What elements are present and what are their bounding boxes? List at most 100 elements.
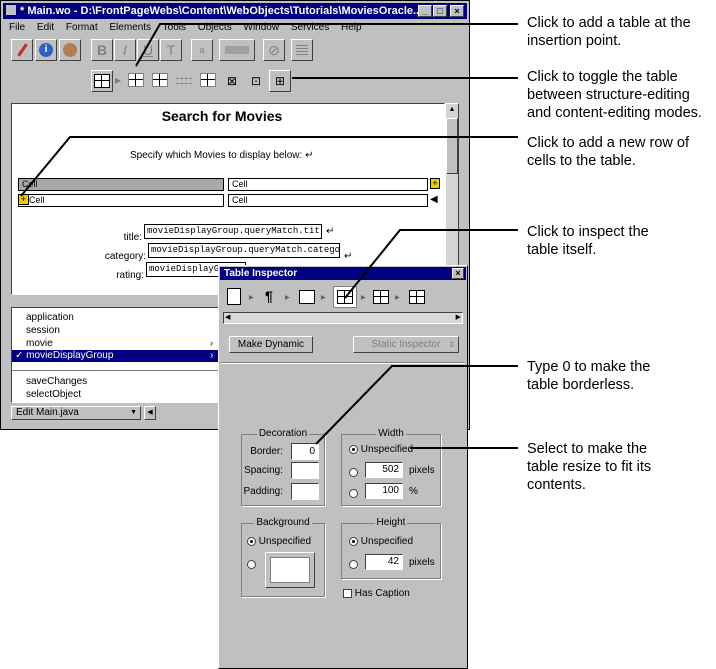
menu-bar: File Edit Format Elements Tools Objects … <box>9 22 371 33</box>
text-icon[interactable]: T <box>160 39 182 61</box>
list-item[interactable]: movie <box>26 338 226 350</box>
table-cell[interactable]: Cell <box>18 178 224 191</box>
inspector-titlebar: Table Inspector × <box>220 267 466 280</box>
document-icon[interactable] <box>227 288 241 305</box>
has-caption-checkbox[interactable]: Has Caption <box>343 588 410 599</box>
height-unspecified-radio[interactable]: Unspecified <box>349 536 413 547</box>
source-popup[interactable]: Edit Main.java ▼ <box>11 406 141 420</box>
minimize-button[interactable]: _ <box>418 5 432 17</box>
bold-icon[interactable]: B <box>91 39 113 61</box>
inspector-scrollbar[interactable]: ◀ ▶ <box>223 312 463 324</box>
add-row-handle-icon[interactable]: + <box>18 194 29 205</box>
height-pixels-field[interactable]: 42 <box>365 554 403 570</box>
table-cell[interactable]: Cell <box>18 194 224 207</box>
main-window-title: * Main.wo - D:\FrontPageWebs\Content\Web… <box>20 5 423 17</box>
spacing-field[interactable] <box>291 462 319 479</box>
add-column-handle-icon[interactable]: + <box>430 178 440 189</box>
table-row[interactable]: Cell Cell <box>18 194 428 207</box>
scroll-left-icon[interactable]: ◀ <box>144 406 156 420</box>
title-field[interactable]: movieDisplayGroup.queryMatch.title <box>144 224 322 239</box>
chevron-right-icon: › <box>210 350 214 361</box>
list-item[interactable]: saveChanges <box>26 376 226 388</box>
width-pixels-field[interactable]: 502 <box>365 462 403 478</box>
arrow-icon: ▶ <box>115 76 122 85</box>
align-icon[interactable] <box>291 39 313 61</box>
list-item-selected[interactable]: ✓ movieDisplayGroup › <box>12 350 220 362</box>
paint-brush-icon[interactable] <box>11 39 33 61</box>
background-color-well[interactable] <box>265 552 315 588</box>
info-icon[interactable]: i <box>35 39 57 61</box>
cell-inspect-icon[interactable] <box>409 290 425 304</box>
scroll-thumb[interactable] <box>446 118 458 174</box>
add-row-icon[interactable] <box>173 70 195 92</box>
menu-file[interactable]: File <box>9 22 25 33</box>
popup-arrow-icon: ⇕ <box>448 340 455 349</box>
category-field[interactable]: movieDisplayGroup.queryMatch.category <box>148 243 340 258</box>
width-percent-radio[interactable] <box>349 487 358 499</box>
table-cell[interactable]: Cell <box>228 194 428 207</box>
page-heading: Search for Movies <box>161 108 283 124</box>
collapse-handle-icon[interactable]: ◀ <box>430 194 438 206</box>
font-size-icon[interactable]: a <box>191 39 213 61</box>
add-column-icon[interactable] <box>149 70 171 92</box>
close-button[interactable]: × <box>450 5 464 17</box>
table-row[interactable]: Cell Cell <box>18 178 428 191</box>
arrow-icon: ▶ <box>361 295 366 301</box>
list-item[interactable]: selectObject <box>26 389 226 401</box>
color-well-icon[interactable] <box>219 39 255 61</box>
toggle-edit-mode-icon[interactable]: ⊞ <box>269 70 291 92</box>
annotation-add-row: Click to add a new row of cells to the t… <box>527 135 689 169</box>
menu-help[interactable]: Help <box>341 22 362 33</box>
height-pixels-label: pixels <box>409 557 435 568</box>
background-unspecified-radio[interactable]: Unspecified <box>247 536 311 547</box>
annotation-borderless: Type 0 to make the table borderless. <box>527 359 651 393</box>
arrow-icon: ▶ <box>321 295 326 301</box>
inspector-mode-popup[interactable]: Static Inspector ⇕ <box>353 336 459 353</box>
border-field[interactable]: 0 <box>291 443 319 460</box>
height-group-title: Height <box>374 517 408 528</box>
background-swatch <box>270 557 310 583</box>
menu-format[interactable]: Format <box>66 22 98 33</box>
width-percent-field[interactable]: 100 <box>365 483 403 499</box>
form-element-icon[interactable] <box>299 290 315 304</box>
underline-icon[interactable]: U <box>137 39 159 61</box>
structure-mode-icon[interactable] <box>125 70 147 92</box>
scroll-up-icon[interactable]: ▲ <box>446 104 458 116</box>
palette-icon[interactable] <box>59 39 81 61</box>
delete-cell-icon[interactable]: ⊠ <box>221 70 243 92</box>
menu-edit[interactable]: Edit <box>37 22 54 33</box>
width-unspecified-radio[interactable]: Unspecified <box>349 444 413 455</box>
arrow-icon: ▶ <box>285 295 290 301</box>
dropdown-arrow-icon: ▼ <box>130 409 137 416</box>
make-dynamic-button[interactable]: Make Dynamic <box>229 336 313 353</box>
menu-window[interactable]: Window <box>244 22 280 33</box>
width-pixels-radio[interactable] <box>349 466 358 478</box>
object-browser: application session movie › ✓ movieDispl… <box>11 307 221 403</box>
border-label: Border: <box>250 446 283 457</box>
split-cell-icon[interactable] <box>197 70 219 92</box>
paragraph-icon[interactable]: ¶ <box>265 288 273 304</box>
table-cell[interactable]: Cell <box>228 178 428 191</box>
scroll-right-icon[interactable]: ▶ <box>456 313 461 323</box>
italic-icon[interactable]: I <box>114 39 136 61</box>
merge-cell-icon[interactable]: ⊡ <box>245 70 267 92</box>
title-label: title: <box>123 232 142 243</box>
table-inspect-icon[interactable] <box>333 286 357 308</box>
background-color-radio[interactable] <box>247 558 256 570</box>
inspector-close-button[interactable]: × <box>452 268 464 279</box>
maximize-button[interactable]: □ <box>433 5 447 17</box>
list-item[interactable]: session <box>26 325 226 337</box>
menu-tools[interactable]: Tools <box>163 22 186 33</box>
return-icon: ↵ <box>326 226 335 237</box>
list-item[interactable]: application <box>26 312 226 324</box>
main-window-titlebar: * Main.wo - D:\FrontPageWebs\Content\Web… <box>3 3 467 19</box>
menu-objects[interactable]: Objects <box>198 22 232 33</box>
row-inspect-icon[interactable] <box>373 290 389 304</box>
scroll-left-icon[interactable]: ◀ <box>225 313 230 323</box>
menu-services[interactable]: Services <box>291 22 329 33</box>
padding-field[interactable] <box>291 483 319 500</box>
link-icon[interactable]: ⊘ <box>263 39 285 61</box>
height-pixels-radio[interactable] <box>349 558 358 570</box>
add-table-icon[interactable] <box>91 70 113 92</box>
menu-elements[interactable]: Elements <box>109 22 151 33</box>
